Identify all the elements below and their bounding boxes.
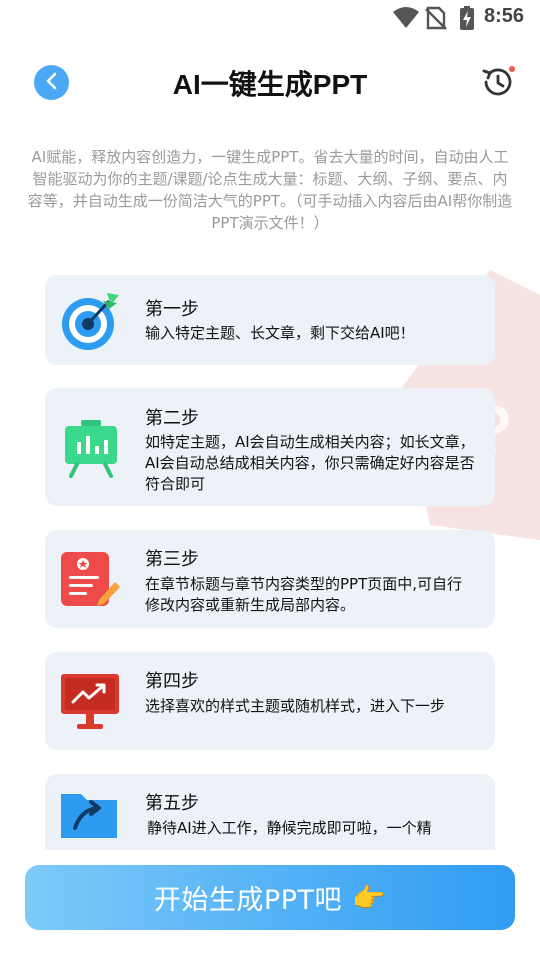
start-button-label: 开始生成PPT吧 — [153, 885, 342, 916]
step-title: 第一步 — [145, 299, 199, 320]
step-title: 第三步 — [145, 549, 199, 570]
target-icon — [59, 289, 121, 351]
step-title: 第二步 — [145, 408, 199, 429]
step-card-5: 第五步 静待AI进入工作，静候完成即可啦，一个精 — [45, 774, 495, 850]
pointing-hand-icon: 👉 — [351, 882, 387, 914]
step-description: 在章节标题与章节内容类型的PPT页面中,可自行修改内容或重新生成局部内容。 — [145, 575, 463, 614]
edit-document-icon — [59, 548, 121, 610]
start-generate-button[interactable]: 开始生成PPT吧 👉 — [25, 865, 515, 930]
folder-arrow-icon — [59, 788, 121, 850]
step-title: 第五步 — [145, 793, 199, 814]
step-card-2: 第二步 如特定主题，AI会自动生成相关内容；如长文章，AI会自动总结成相关内容，… — [45, 388, 495, 506]
monitor-trend-icon — [59, 670, 121, 732]
step-list: 第一步 输入特定主题、长文章，剩下交给AI吧！ 第二步 如特定主题，AI会自动生… — [0, 0, 540, 850]
chart-board-icon — [59, 418, 121, 480]
step-title: 第四步 — [145, 671, 199, 692]
step-card-4: 第四步 选择喜欢的样式主题或随机样式，进入下一步 — [45, 652, 495, 750]
step-description: 选择喜欢的样式主题或随机样式，进入下一步 — [145, 697, 446, 715]
step-card-1: 第一步 输入特定主题、长文章，剩下交给AI吧！ — [45, 275, 495, 365]
step-card-3: 第三步 在章节标题与章节内容类型的PPT页面中,可自行修改内容或重新生成局部内容… — [45, 530, 495, 628]
step-description: 静待AI进入工作，静候完成即可啦，一个精 — [147, 819, 432, 837]
step-description: 输入特定主题、长文章，剩下交给AI吧！ — [145, 324, 415, 342]
step-description: 如特定主题，AI会自动生成相关内容；如长文章，AI会自动总结成相关内容，你只需确… — [145, 433, 475, 493]
